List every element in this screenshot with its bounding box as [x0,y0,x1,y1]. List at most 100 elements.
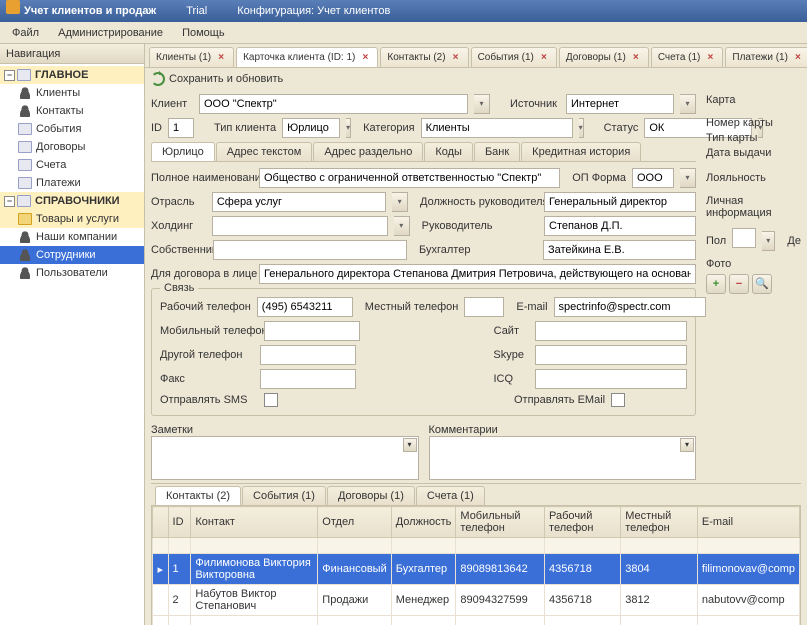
tree-contracts[interactable]: Договоры [0,138,144,156]
tree-clients[interactable]: Клиенты [0,84,144,102]
local-phone-input[interactable] [464,297,504,317]
mobile-phone-input[interactable] [264,321,360,341]
owner-input[interactable] [213,240,407,260]
tree-goods[interactable]: Товары и услуги [0,210,144,228]
menu-admin[interactable]: Администрирование [50,22,171,44]
tab-contracts[interactable]: Договоры (1)× [559,47,649,67]
table-row[interactable]: ▸ 1 Филимонова Виктория Викторовна Финан… [153,554,800,585]
sex-input[interactable] [732,228,756,248]
head-input[interactable] [544,216,696,236]
tree-users[interactable]: Пользователи [0,264,144,282]
tree-invoices[interactable]: Счета [0,156,144,174]
table-row[interactable] [153,616,800,625]
source-input[interactable] [566,94,674,114]
sms-checkbox[interactable] [264,393,278,407]
itab-credit[interactable]: Кредитная история [521,142,641,161]
position-input[interactable] [544,192,696,212]
photo-zoom-button[interactable]: 🔍 [752,274,772,294]
itab-addr-split[interactable]: Адрес раздельно [313,142,423,161]
work-phone-input[interactable] [257,297,353,317]
client-input[interactable] [199,94,468,114]
tab-payments[interactable]: Платежи (1)× [725,47,807,67]
collapse-icon[interactable]: − [4,70,15,81]
save-refresh-link[interactable]: Сохранить и обновить [169,73,283,85]
close-icon[interactable]: × [359,52,371,64]
close-icon[interactable]: × [704,52,716,64]
photo-add-button[interactable]: + [706,274,726,294]
col-mob[interactable]: Мобильный телефон [456,507,545,538]
col-contact[interactable]: Контакт [191,507,318,538]
close-icon[interactable]: × [538,52,550,64]
itab-legal[interactable]: Юрлицо [151,142,215,161]
dropdown-icon[interactable]: ▾ [762,231,775,251]
menu-file[interactable]: Файл [4,22,47,44]
tree-contacts[interactable]: Контакты [0,102,144,120]
btab-events[interactable]: События (1) [242,486,326,505]
tab-invoices[interactable]: Счета (1)× [651,47,724,67]
expand-icon[interactable]: ▾ [680,438,694,452]
itab-bank[interactable]: Банк [474,142,520,161]
close-icon[interactable]: × [215,52,227,64]
id-input[interactable] [168,118,194,138]
dropdown-icon[interactable]: ▾ [394,216,410,236]
close-icon[interactable]: × [792,52,804,64]
other-phone-input[interactable] [260,345,356,365]
itab-codes[interactable]: Коды [424,142,473,161]
col-email[interactable]: E-mail [697,507,799,538]
comments-textarea[interactable] [429,436,697,480]
fullname-input[interactable] [259,168,560,188]
skype-input[interactable] [535,345,687,365]
btab-contacts[interactable]: Контакты (2) [155,486,241,505]
doc-icon [18,177,32,189]
grid-filter-row[interactable] [153,538,800,554]
photo-delete-button[interactable]: − [729,274,749,294]
menu-help[interactable]: Помощь [174,22,233,44]
btab-contracts[interactable]: Договоры (1) [327,486,415,505]
btab-invoices[interactable]: Счета (1) [416,486,485,505]
collapse-icon[interactable]: − [4,196,15,207]
tab-clients[interactable]: Клиенты (1)× [149,47,234,67]
col-pos[interactable]: Должность [391,507,456,538]
tree-companies[interactable]: Наши компании [0,228,144,246]
tab-contacts[interactable]: Контакты (2)× [380,47,468,67]
icq-input[interactable] [535,369,687,389]
dropdown-icon[interactable]: ▾ [680,94,696,114]
itab-addr-text[interactable]: Адрес текстом [216,142,313,161]
close-icon[interactable]: × [450,52,462,64]
dropdown-icon[interactable]: ▾ [579,118,584,138]
tab-client-card[interactable]: Карточка клиента (ID: 1)× [236,47,378,67]
col-dept[interactable]: Отдел [318,507,391,538]
col-marker[interactable] [153,507,169,538]
tree-employees[interactable]: Сотрудники [0,246,144,264]
tree-main[interactable]: −ГЛАВНОЕ [0,66,144,84]
close-icon[interactable]: × [630,52,642,64]
client-type-input[interactable] [282,118,340,138]
accountant-input[interactable] [543,240,696,260]
col-id[interactable]: ID [168,507,191,538]
dropdown-icon[interactable]: ▾ [680,168,696,188]
notes-textarea[interactable] [151,436,419,480]
site-label: Сайт [494,325,519,337]
tab-events[interactable]: События (1)× [471,47,557,67]
opform-input[interactable] [632,168,674,188]
industry-input[interactable] [212,192,386,212]
email-send-checkbox[interactable] [611,393,625,407]
contract-input[interactable] [259,264,696,284]
site-input[interactable] [535,321,687,341]
category-input[interactable] [421,118,573,138]
dropdown-icon[interactable]: ▾ [474,94,490,114]
col-work[interactable]: Рабочий телефон [545,507,621,538]
loyalty-label: Лояльность [706,172,801,184]
holding-input[interactable] [212,216,388,236]
col-loc[interactable]: Местный телефон [621,507,698,538]
tree-payments[interactable]: Платежи [0,174,144,192]
dropdown-icon[interactable]: ▾ [392,192,408,212]
dropdown-icon[interactable]: ▾ [346,118,351,138]
email-input[interactable] [554,297,706,317]
refresh-icon[interactable] [151,72,165,86]
tree-refs[interactable]: −СПРАВОЧНИКИ [0,192,144,210]
tree-events[interactable]: События [0,120,144,138]
expand-icon[interactable]: ▾ [403,438,417,452]
table-row[interactable]: 2 Набутов Виктор Степанович Продажи Мене… [153,585,800,616]
fax-input[interactable] [260,369,356,389]
